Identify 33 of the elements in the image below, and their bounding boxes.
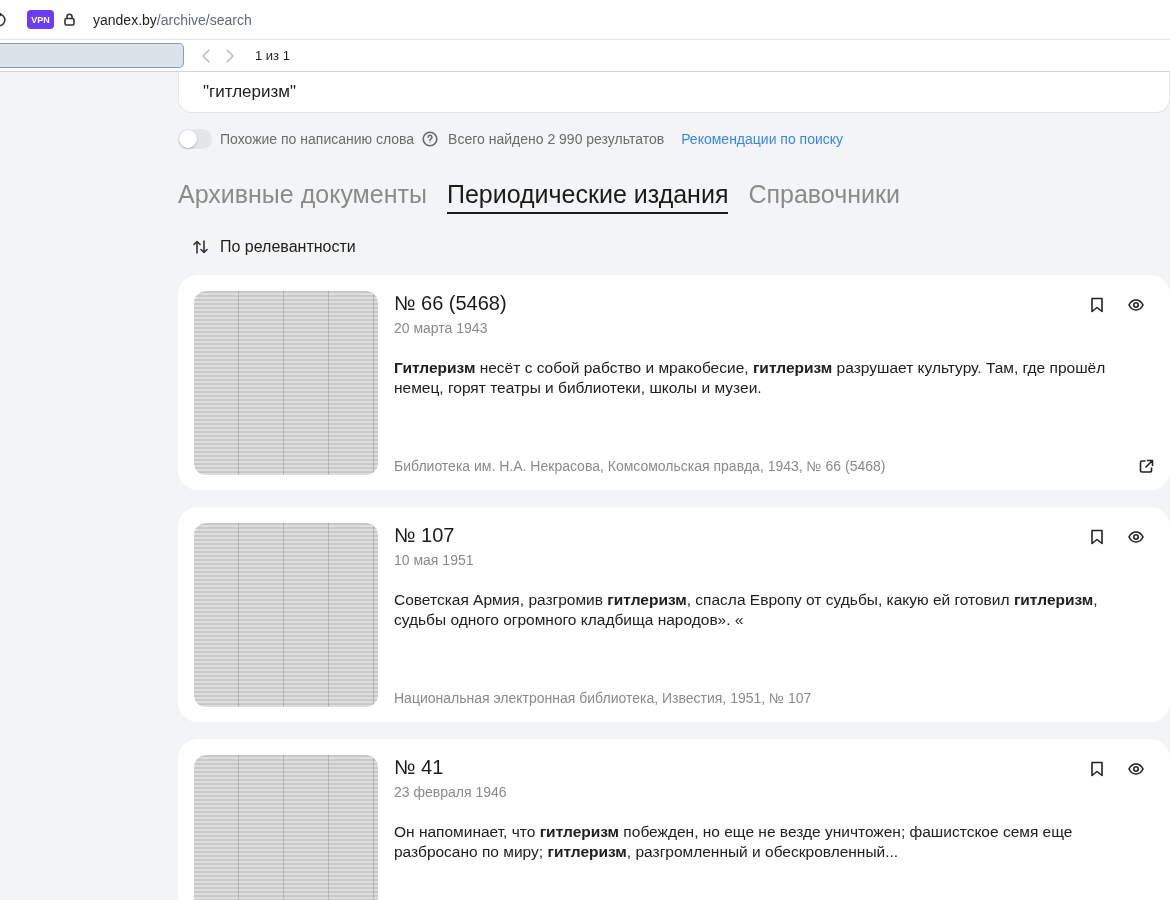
reload-icon[interactable] (0, 12, 6, 27)
vpn-badge[interactable]: VPN (27, 10, 54, 29)
address-text[interactable]: yandex.by/archive/search (93, 11, 252, 28)
issue-title[interactable]: № 107 (394, 523, 1090, 547)
issue-title[interactable]: № 41 (394, 755, 1090, 779)
snippet-text: Гитлеризм несёт с собой рабство и мракобесие, гитлеризм разрушает культуру. Там, где прошёл немец, горят театры и библиотеки, школы и музеи. (394, 358, 1107, 398)
issue-date: 20 марта 1943 (394, 319, 489, 337)
match-counter: 1 из 1 (255, 48, 290, 63)
eye-icon[interactable] (1128, 761, 1144, 777)
toggle-switch[interactable] (178, 129, 212, 149)
issue-title[interactable]: № 66 (5468) (394, 291, 1090, 315)
snippet-text: Он напоминает, что гитлеризм побежден, но еще не везде уничтожен; фашистское семя еще разбросано по миру; гитлеризм, разгромленный и обескровленный... (394, 822, 1074, 862)
bookmark-icon[interactable] (1090, 529, 1104, 545)
bookmark-icon[interactable] (1090, 297, 1104, 313)
help-icon[interactable] (422, 131, 439, 147)
snippet-text: Советская Армия, разгромив гитлеризм, спасла Европу от судьбы, какую ей готовил гитлеризм, судьбы одного огромного кладбища народов». « (394, 590, 1099, 630)
sort-button[interactable]: По релевантности (178, 237, 356, 257)
tab[interactable]: Периодические издания (446, 180, 729, 214)
issue-date: 23 февраля 1946 (394, 783, 508, 801)
lock-icon (64, 13, 75, 26)
results-count: Всего найдено 2 990 результатов (448, 131, 665, 147)
source-text: Библиотека им. Н.А. Некрасова, Комсомольская правда, 1943, № 66 (5468) (394, 457, 886, 475)
result-card[interactable]: № 41 23 февраля 1946 Он напоминает, что гитлеризм побежден, но еще не везде уничтожен; фашистское семя еще разбросано по миру; гитлеризм, разгромленный и обескровленный... (178, 739, 1170, 900)
issue-date: 10 мая 1951 (394, 551, 475, 569)
find-field[interactable] (0, 43, 184, 68)
external-link-icon[interactable] (1139, 458, 1154, 474)
search-field[interactable]: "гитлеризм" (178, 72, 1170, 113)
sort-icon (193, 240, 208, 254)
eye-icon[interactable] (1128, 297, 1144, 313)
toggle-label: Похожие по написанию слова (220, 131, 415, 147)
source-text: Национальная электронная библиотека, Известия, 1951, № 107 (394, 689, 812, 707)
bookmark-icon[interactable] (1090, 761, 1104, 777)
eye-icon[interactable] (1128, 529, 1144, 545)
